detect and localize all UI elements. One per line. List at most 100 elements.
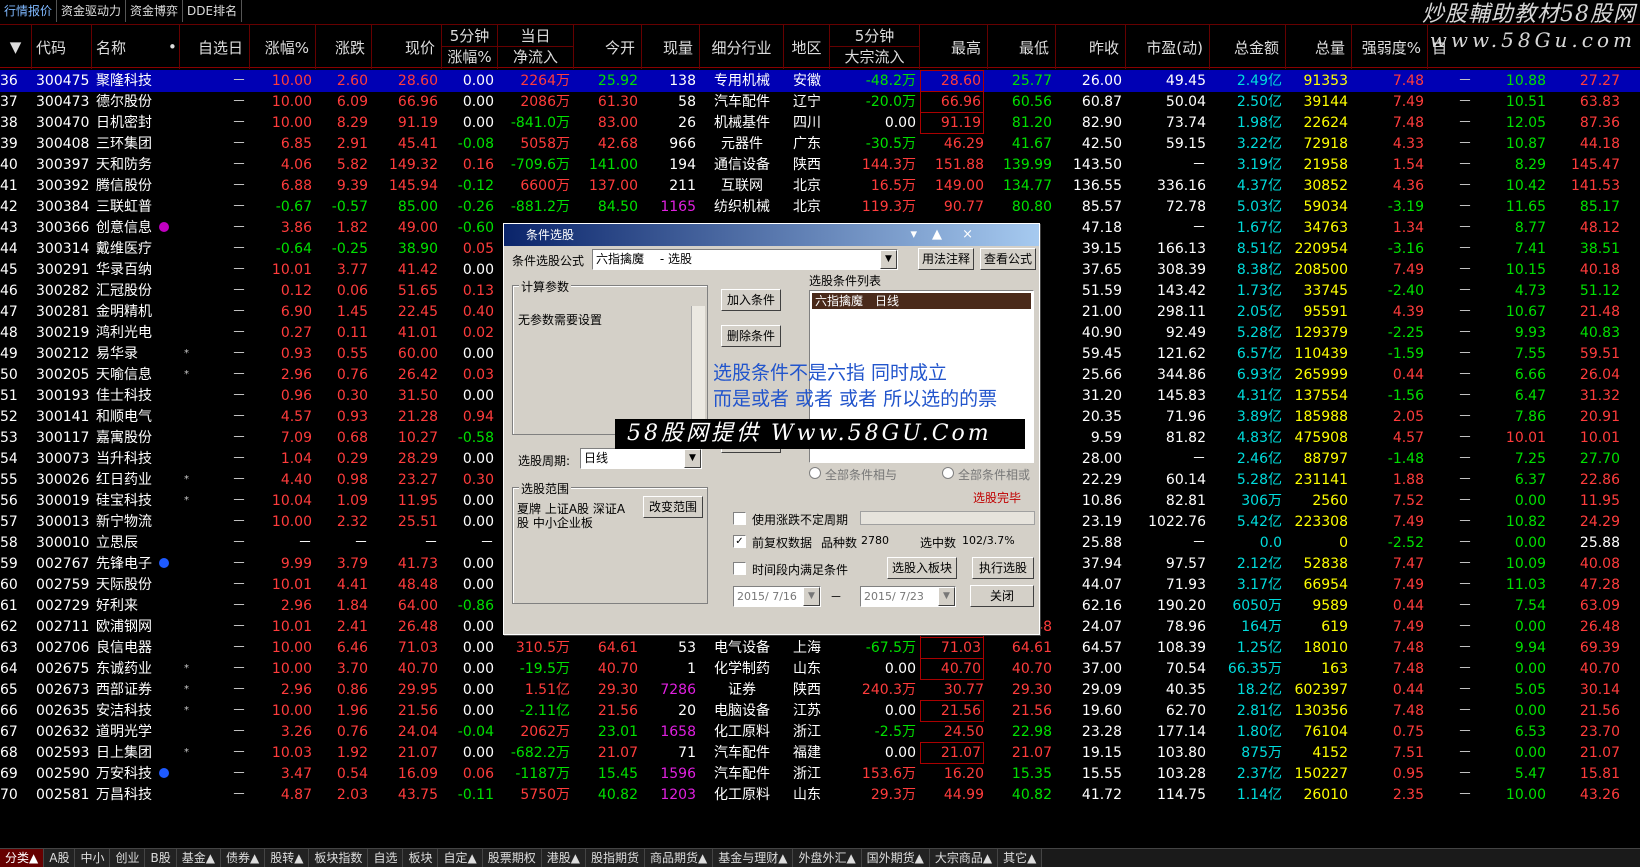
bottom-tab-7[interactable]: 股转▲: [265, 849, 310, 867]
condition-list-item[interactable]: 六指擒魔 日线: [812, 293, 1031, 309]
col-name[interactable]: 名称 •: [92, 25, 180, 69]
col-region[interactable]: 地区: [784, 25, 830, 69]
table-row[interactable]: 66 002635 安洁科技－ 10.00 1.96 21.56 0.00 -2.11亿 21.…: [0, 700, 1640, 722]
bottom-tab-8[interactable]: 板块指数: [309, 849, 369, 867]
dropdown-arrow-icon[interactable]: ▼: [803, 587, 820, 606]
bottom-tab-5[interactable]: 基金▲: [176, 849, 221, 867]
formula-select[interactable]: 六指擒魔 - 选股 ▼: [592, 249, 898, 270]
table-row[interactable]: 67 002632 道明光学 － 3.26 0.76 24.04 -0.04 2062万 23.0…: [0, 721, 1640, 743]
unfixed-input[interactable]: [860, 511, 1035, 525]
bottom-tab-2[interactable]: 中小: [75, 849, 111, 867]
dialog-titlebar[interactable]: 条件选股 ▾ ▲ ×: [504, 224, 1039, 246]
sort-arrow-icon[interactable]: ▼: [0, 25, 32, 69]
chk-prior-rights[interactable]: ✓: [733, 535, 746, 548]
col-industry[interactable]: 细分行业: [700, 25, 784, 69]
col-price[interactable]: 现价: [372, 25, 442, 69]
table-row[interactable]: 40 300397 天和防务 － 4.06 5.82 149.32 0.16 -709.6万 14…: [0, 154, 1640, 176]
table-row[interactable]: 41 300392 腾信股份 － 6.88 9.39 145.94 -0.12 6600万 137…: [0, 175, 1640, 197]
cell-pct-change: 3.86: [280, 220, 312, 236]
col-strength[interactable]: 强弱度%: [1352, 25, 1428, 69]
table-row[interactable]: 70 002581 万昌科技 － 4.87 2.03 43.75 -0.11 5750万 40.8…: [0, 784, 1640, 806]
cell-stock-code: 300392: [36, 178, 90, 194]
cell-prev-close: 51.59: [1081, 283, 1122, 299]
bottom-tab-9[interactable]: 自选: [368, 849, 404, 867]
col-amount[interactable]: 总金额: [1210, 25, 1286, 69]
cell-stock-name: 东诚药业: [96, 661, 152, 677]
close-icon[interactable]: ×: [962, 224, 973, 246]
change-scope-button[interactable]: 改变范围: [643, 496, 703, 518]
table-row[interactable]: 38 300470 日机密封－ 10.00 8.29 91.19 0.00 -841.0万 83…: [0, 112, 1640, 134]
col-vol-now[interactable]: 现量: [642, 25, 700, 69]
bottom-tab-4[interactable]: B股: [145, 849, 177, 867]
col-total-vol[interactable]: 总量: [1286, 25, 1352, 69]
table-row[interactable]: 37 300473 德尔股份 － 10.00 6.09 66.96 0.00 2086万 61.3…: [0, 91, 1640, 113]
dropdown-arrow-icon[interactable]: ▼: [684, 449, 701, 468]
top-tab-0[interactable]: 行情报价: [0, 0, 58, 22]
run-select-button[interactable]: 执行选股: [972, 557, 1034, 579]
col-5min-pct[interactable]: 5分钟 涨幅%: [442, 25, 498, 69]
cell-pct-change: 10.00: [271, 514, 312, 530]
dropdown-arrow-icon[interactable]: ▼: [938, 587, 955, 606]
bottom-tab-1[interactable]: A股: [44, 849, 76, 867]
col-today-inflow[interactable]: 当日 净流入: [498, 25, 574, 69]
bottom-tab-20[interactable]: 其它▲: [998, 849, 1043, 867]
period-select[interactable]: 日线 ▼: [580, 448, 702, 469]
top-tab-2[interactable]: 资金博弈: [126, 0, 184, 22]
col-low[interactable]: 最低: [988, 25, 1056, 69]
cell-pe: 336.16: [1157, 178, 1206, 194]
table-row[interactable]: 69 002590 万安科技 － 3.47 0.54 16.09 0.06 -1187万 15.4…: [0, 763, 1640, 785]
bottom-tab-16[interactable]: 基金与理财▲: [713, 849, 794, 867]
bottom-tab-13[interactable]: 港股▲: [541, 849, 586, 867]
chk-unfixed-period[interactable]: [733, 512, 746, 525]
col-5min-bulk[interactable]: 5分钟 大宗流入: [830, 25, 920, 69]
chk-time-period[interactable]: [733, 562, 746, 575]
table-row[interactable]: 64 002675 东诚药业－ 10.00 3.70 40.70 0.00 -19.5万 40.…: [0, 658, 1640, 680]
top-tab-3[interactable]: DDE排名: [183, 0, 243, 22]
bottom-tab-11[interactable]: 自定▲: [438, 849, 483, 867]
table-row[interactable]: 68 002593 日上集团－ 10.03 1.92 21.07 0.00 -682.2万 21…: [0, 742, 1640, 764]
col-code[interactable]: 代码: [32, 25, 92, 69]
dropdown-arrow-icon[interactable]: ▼: [880, 250, 897, 269]
date-from[interactable]: 2015/ 7/16 ▼: [733, 586, 821, 607]
add-condition-button[interactable]: 加入条件: [721, 289, 781, 311]
bottom-tab-17[interactable]: 外盘外汇▲: [793, 849, 862, 867]
to-block-button[interactable]: 选股入板块: [887, 557, 957, 579]
vertical-scrollbar[interactable]: [1626, 200, 1640, 380]
bottom-tab-6[interactable]: 债券▲: [220, 849, 266, 867]
view-formula-button[interactable]: 查看公式: [980, 248, 1036, 270]
bottom-tab-0[interactable]: 分类▲: [0, 849, 45, 867]
bottom-tab-10[interactable]: 板块: [403, 849, 439, 867]
col-pct-change[interactable]: 涨幅%: [250, 25, 316, 69]
col-watch-date[interactable]: 自选日: [180, 25, 250, 69]
bottom-tab-3[interactable]: 创业: [110, 849, 146, 867]
table-row[interactable]: 39 300408 三环集团 － 6.85 2.91 45.41 -0.08 5058万 42.6…: [0, 133, 1640, 155]
table-row[interactable]: 42 300384 三联虹普 － -0.67 -0.57 85.00 -0.26 -881.2万…: [0, 196, 1640, 218]
top-tab-1[interactable]: 资金驱动力: [57, 0, 127, 22]
col-pe[interactable]: 市盈(动): [1126, 25, 1210, 69]
delete-condition-button[interactable]: 删除条件: [721, 325, 781, 347]
table-row[interactable]: 65 002673 西部证券 － 2.96 0.86 29.95 0.00 1.51亿 29.30…: [0, 679, 1640, 701]
bottom-tab-12[interactable]: 股票期权: [482, 849, 542, 867]
restore-icon[interactable]: ▲: [932, 224, 942, 246]
col-high[interactable]: 最高: [920, 25, 988, 69]
params-scrollbar[interactable]: [691, 306, 705, 426]
col-open[interactable]: 今开: [574, 25, 642, 69]
col-extra[interactable]: 自: [1428, 25, 1448, 69]
cell-pct-change: 10.04: [271, 493, 312, 509]
bottom-tab-18[interactable]: 国外期货▲: [861, 849, 930, 867]
bottom-tab-14[interactable]: 股指期货: [585, 849, 645, 867]
bottom-tab-19[interactable]: 大宗商品▲: [929, 849, 999, 867]
radio-and[interactable]: [809, 467, 821, 479]
usage-button[interactable]: 用法注释: [918, 248, 974, 270]
cell-min5-pct: 0.02: [462, 325, 494, 341]
col-change[interactable]: 涨跌: [316, 25, 372, 69]
date-to[interactable]: 2015/ 7/23 ▼: [860, 586, 956, 607]
close-button[interactable]: 关闭: [970, 585, 1034, 607]
col-prev-close[interactable]: 昨收: [1056, 25, 1126, 69]
table-row[interactable]: 36 300475 聚隆科技 － 10.00 2.60 28.60 0.00 2264万 25.9…: [0, 70, 1640, 92]
bottom-tab-15[interactable]: 商品期货▲: [644, 849, 714, 867]
cell-total-vol: 619: [1321, 619, 1348, 635]
minimize-icon[interactable]: ▾: [910, 224, 917, 246]
radio-or[interactable]: [942, 467, 954, 479]
table-row[interactable]: 63 002706 良信电器 － 10.00 6.46 71.03 0.00 310.5万 64.…: [0, 637, 1640, 659]
